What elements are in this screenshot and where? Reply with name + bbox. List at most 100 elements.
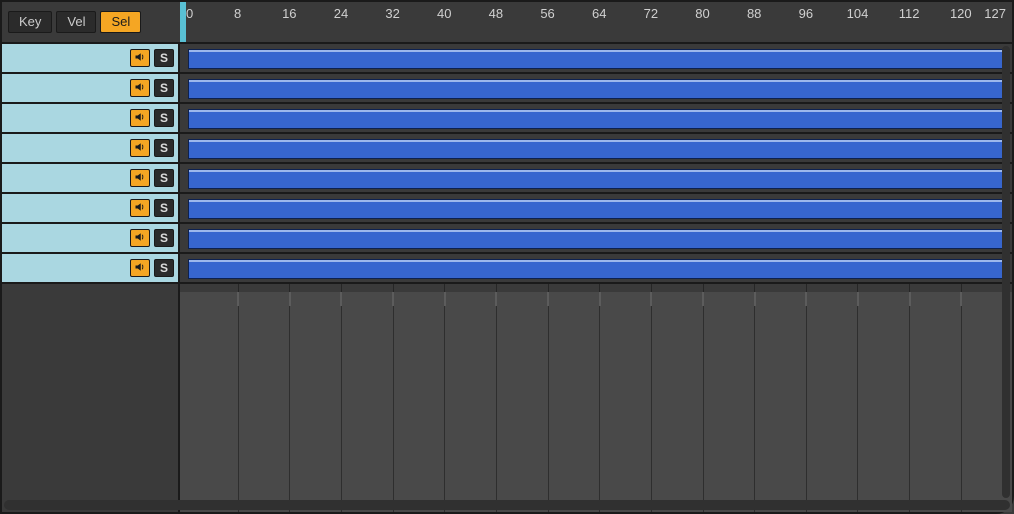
sample-clip[interactable] xyxy=(188,139,1004,159)
speaker-icon xyxy=(134,81,146,96)
track-header[interactable]: S xyxy=(2,44,178,74)
speaker-button[interactable] xyxy=(130,199,150,217)
speaker-icon xyxy=(134,111,146,126)
gridline-notch xyxy=(909,292,911,306)
ruler-tick: 96 xyxy=(799,6,813,21)
ruler-tick: 127 xyxy=(984,6,1006,21)
sample-clip[interactable] xyxy=(188,79,1004,99)
ruler-tick: 48 xyxy=(489,6,503,21)
solo-button[interactable]: S xyxy=(154,79,174,97)
solo-button[interactable]: S xyxy=(154,109,174,127)
sample-lane[interactable] xyxy=(180,44,1012,74)
solo-button[interactable]: S xyxy=(154,229,174,247)
track-header-column: S S S S S xyxy=(2,44,180,512)
ruler-tick: 32 xyxy=(385,6,399,21)
gridline-lower xyxy=(754,292,755,512)
track-header[interactable]: S xyxy=(2,74,178,104)
tab-vel[interactable]: Vel xyxy=(56,11,96,33)
sample-lane[interactable] xyxy=(180,164,1012,194)
gridline-notch xyxy=(547,292,549,306)
gridline-lower xyxy=(857,292,858,512)
gridline-lower xyxy=(703,292,704,512)
gridline-lower xyxy=(238,292,239,512)
ruler-tick: 24 xyxy=(334,6,348,21)
speaker-icon xyxy=(134,201,146,216)
ruler-tick: 72 xyxy=(644,6,658,21)
tab-key[interactable]: Key xyxy=(8,11,52,33)
ruler-tick: 112 xyxy=(899,6,920,21)
ruler[interactable]: 081624324048566472808896104112120127 xyxy=(180,2,1012,42)
gridline-notch xyxy=(392,292,394,306)
gridline-lower xyxy=(651,292,652,512)
ruler-tick: 16 xyxy=(282,6,296,21)
sample-clip[interactable] xyxy=(188,109,1004,129)
mode-tabs: Key Vel Sel xyxy=(2,2,180,42)
ruler-tick: 64 xyxy=(592,6,606,21)
speaker-button[interactable] xyxy=(130,169,150,187)
solo-button[interactable]: S xyxy=(154,49,174,67)
speaker-icon xyxy=(134,171,146,186)
track-header[interactable]: S xyxy=(2,104,178,134)
ruler-tick: 88 xyxy=(747,6,761,21)
speaker-icon xyxy=(134,231,146,246)
ruler-tick: 104 xyxy=(847,6,869,21)
sample-lane[interactable] xyxy=(180,194,1012,224)
sample-lane[interactable] xyxy=(180,224,1012,254)
speaker-button[interactable] xyxy=(130,139,150,157)
gridline-lower xyxy=(444,292,445,512)
speaker-button[interactable] xyxy=(130,229,150,247)
gridline-lower xyxy=(393,292,394,512)
solo-button[interactable]: S xyxy=(154,259,174,277)
gridline-notch xyxy=(444,292,446,306)
sample-clip[interactable] xyxy=(188,259,1004,279)
ruler-tick: 40 xyxy=(437,6,451,21)
track-header[interactable]: S xyxy=(2,134,178,164)
gridline-lower xyxy=(961,292,962,512)
gridline-lower xyxy=(289,292,290,512)
body: S S S S S xyxy=(2,44,1012,512)
speaker-button[interactable] xyxy=(130,109,150,127)
gridline-lower xyxy=(909,292,910,512)
sample-clip[interactable] xyxy=(188,49,1004,69)
sample-lane[interactable] xyxy=(180,254,1012,284)
sampler-editor: Key Vel Sel 0816243240485664728088961041… xyxy=(0,0,1014,514)
gridline-notch xyxy=(702,292,704,306)
gridline-notch xyxy=(960,292,962,306)
sample-clip[interactable] xyxy=(188,169,1004,189)
solo-button[interactable]: S xyxy=(154,169,174,187)
gridline-notch xyxy=(857,292,859,306)
ruler-tick: 80 xyxy=(695,6,709,21)
speaker-button[interactable] xyxy=(130,79,150,97)
lower-grid xyxy=(180,292,1012,512)
speaker-icon xyxy=(134,51,146,66)
sample-clip[interactable] xyxy=(188,229,1004,249)
sample-lane[interactable] xyxy=(180,74,1012,104)
solo-button[interactable]: S xyxy=(154,199,174,217)
vertical-scrollbar[interactable] xyxy=(1002,46,1010,498)
gridline-lower xyxy=(341,292,342,512)
grid-area[interactable] xyxy=(180,44,1012,512)
speaker-icon xyxy=(134,141,146,156)
track-header[interactable]: S xyxy=(2,224,178,254)
sample-lane[interactable] xyxy=(180,134,1012,164)
sample-lane[interactable] xyxy=(180,104,1012,134)
speaker-button[interactable] xyxy=(130,259,150,277)
gridline-notch xyxy=(599,292,601,306)
gridline-notch xyxy=(340,292,342,306)
ruler-tick: 8 xyxy=(234,6,241,21)
sample-clip[interactable] xyxy=(188,199,1004,219)
ruler-tick: 120 xyxy=(950,6,972,21)
gridline-notch xyxy=(495,292,497,306)
speaker-button[interactable] xyxy=(130,49,150,67)
ruler-tick: 0 xyxy=(186,6,193,21)
track-header[interactable]: S xyxy=(2,254,178,284)
tab-sel[interactable]: Sel xyxy=(100,11,141,33)
gridline-notch xyxy=(754,292,756,306)
gridline-notch xyxy=(805,292,807,306)
solo-button[interactable]: S xyxy=(154,139,174,157)
track-header[interactable]: S xyxy=(2,164,178,194)
gridline-lower xyxy=(548,292,549,512)
speaker-icon xyxy=(134,261,146,276)
track-header[interactable]: S xyxy=(2,194,178,224)
horizontal-scrollbar[interactable] xyxy=(4,500,1010,510)
